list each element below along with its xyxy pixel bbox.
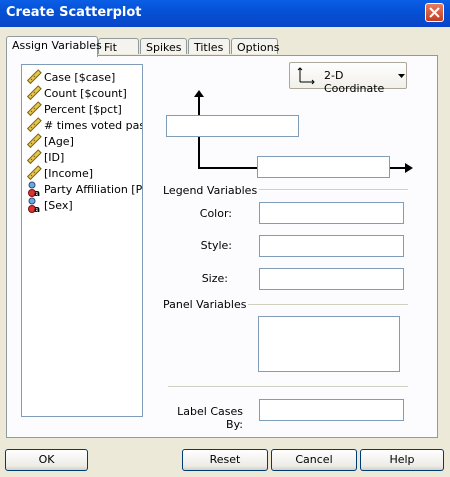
style-label: Style: bbox=[200, 239, 232, 252]
list-item[interactable]: [ID] bbox=[26, 149, 64, 165]
style-field[interactable] bbox=[259, 235, 404, 257]
variable-label: [Income] bbox=[44, 166, 94, 180]
variable-label: [ID] bbox=[44, 150, 65, 164]
chevron-down-icon bbox=[398, 74, 405, 78]
list-item[interactable]: [Income] bbox=[26, 165, 93, 181]
tab-fit[interactable]: Fit bbox=[98, 38, 139, 54]
label-cases-label: Label Cases By: bbox=[177, 405, 243, 431]
size-label: Size: bbox=[201, 272, 228, 285]
list-item[interactable]: a Party Affiliation [Part bbox=[26, 181, 142, 197]
cancel-button[interactable]: Cancel bbox=[271, 449, 357, 471]
close-icon bbox=[429, 7, 440, 18]
ok-button[interactable]: OK bbox=[5, 449, 88, 471]
coordinate-dropdown[interactable]: 2-D Coordinate bbox=[289, 62, 407, 95]
scale-ruler-icon bbox=[26, 165, 42, 181]
axes-icon bbox=[297, 67, 315, 85]
variable-label: Percent [$pct] bbox=[44, 102, 122, 116]
tab-assign-variables[interactable]: Assign Variables bbox=[6, 36, 102, 57]
list-item[interactable]: # times voted past 5 bbox=[26, 117, 142, 133]
tab-spikes[interactable]: Spikes bbox=[140, 38, 187, 54]
title-bar: Create Scatterplot bbox=[0, 0, 450, 27]
list-item[interactable]: [Age] bbox=[26, 133, 74, 149]
help-button[interactable]: Help bbox=[360, 449, 444, 471]
x-axis-line bbox=[198, 167, 258, 169]
list-item[interactable]: a [Sex] bbox=[26, 197, 73, 213]
svg-text:a: a bbox=[34, 205, 40, 213]
variable-label: Party Affiliation [Part bbox=[44, 182, 142, 196]
label-cases-divider bbox=[168, 386, 408, 388]
scale-ruler-icon bbox=[26, 117, 42, 133]
y-axis-drop-zone[interactable] bbox=[166, 115, 299, 137]
tab-options[interactable]: Options bbox=[231, 38, 279, 54]
scale-ruler-icon bbox=[26, 69, 42, 85]
color-label: Color: bbox=[199, 207, 232, 220]
coordinate-label: 2-D Coordinate bbox=[324, 69, 385, 95]
svg-text:a: a bbox=[34, 189, 40, 197]
color-field[interactable] bbox=[259, 202, 404, 224]
variable-label: Count [$count] bbox=[44, 86, 127, 100]
variable-list[interactable]: Case [$case] Count [$count] Percent [$pc… bbox=[21, 64, 143, 417]
variable-label: [Age] bbox=[44, 134, 74, 148]
panel-variables-field[interactable] bbox=[258, 316, 400, 372]
close-button[interactable] bbox=[425, 3, 444, 22]
list-item[interactable]: Count [$count] bbox=[26, 85, 127, 101]
legend-variables-heading: Legend Variables bbox=[161, 184, 260, 197]
scale-ruler-icon bbox=[26, 133, 42, 149]
panel-variables-heading: Panel Variables bbox=[161, 298, 249, 311]
scale-ruler-icon bbox=[26, 101, 42, 117]
arrow-right-icon bbox=[405, 163, 413, 173]
variable-label: Case [$case] bbox=[44, 70, 116, 84]
x-axis-drop-zone[interactable] bbox=[257, 156, 390, 178]
nominal-person-icon: a bbox=[28, 181, 40, 197]
list-item[interactable]: Case [$case] bbox=[26, 69, 115, 85]
tab-titles[interactable]: Titles bbox=[188, 38, 230, 54]
list-item[interactable]: Percent [$pct] bbox=[26, 101, 122, 117]
reset-button[interactable]: Reset bbox=[182, 449, 268, 471]
variable-label: # times voted past 5 bbox=[44, 118, 142, 132]
window-title: Create Scatterplot bbox=[6, 5, 142, 20]
nominal-person-icon: a bbox=[28, 197, 40, 213]
scale-ruler-icon bbox=[26, 85, 42, 101]
size-field[interactable] bbox=[259, 268, 404, 290]
scale-ruler-icon bbox=[26, 149, 42, 165]
label-cases-field[interactable] bbox=[259, 399, 404, 421]
variable-label: [Sex] bbox=[44, 198, 73, 212]
